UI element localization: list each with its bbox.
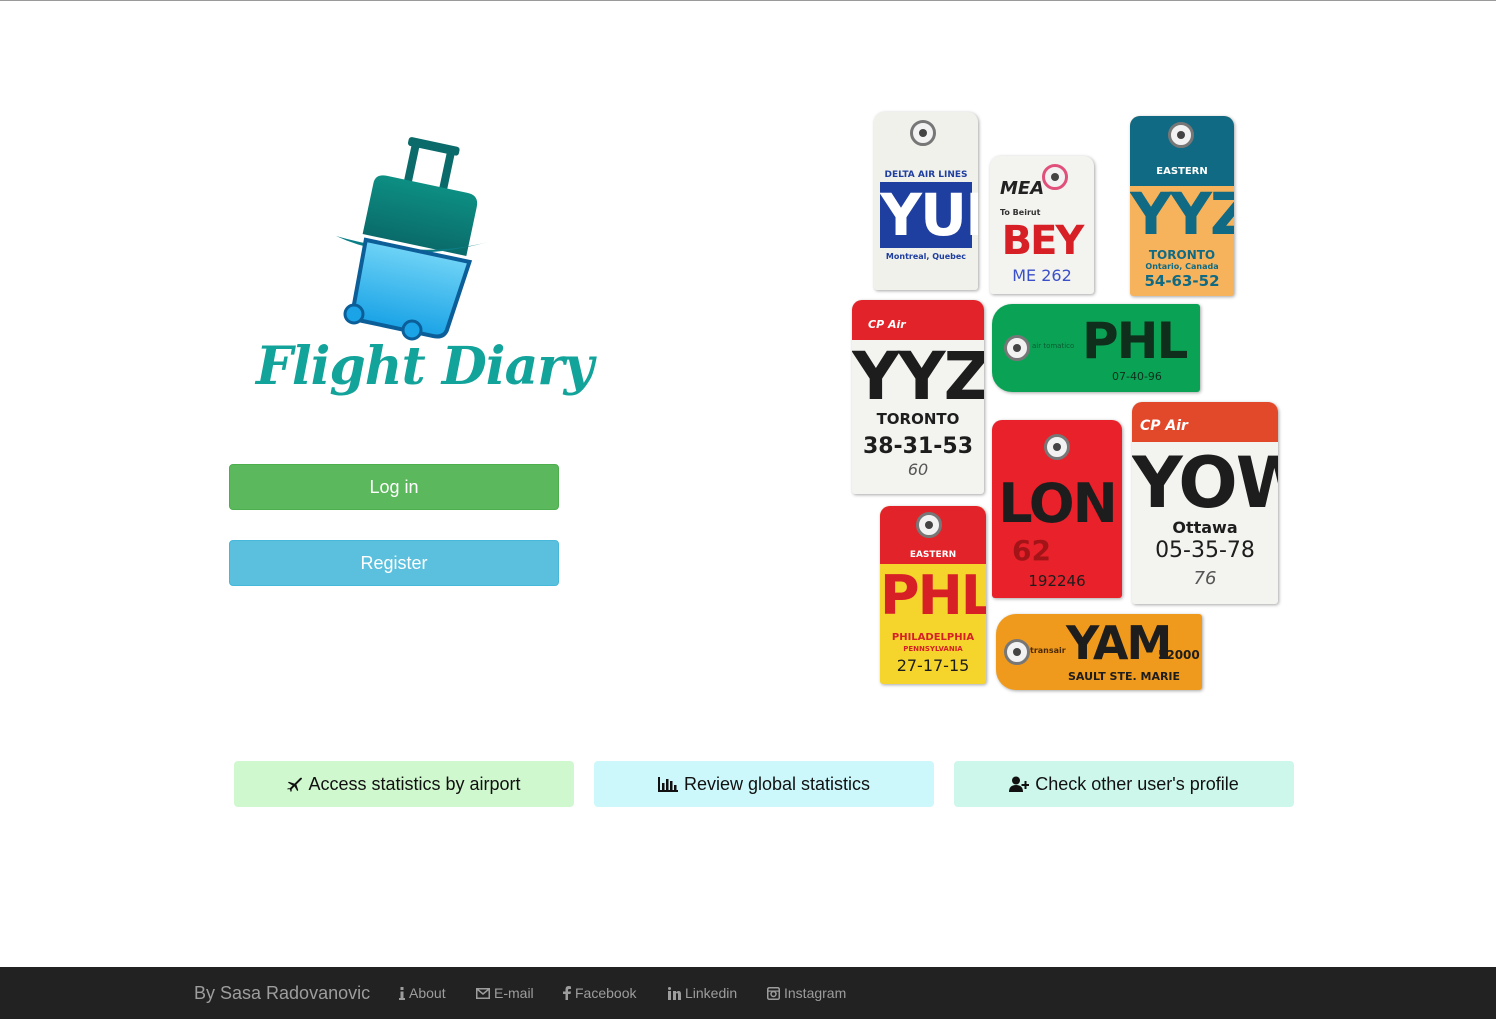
tag-city: TORONTO — [876, 410, 960, 428]
footer-brand[interactable]: By Sasa Radovanovic — [194, 983, 370, 1004]
tag-number: 07-40-96 — [1112, 370, 1162, 383]
footer-link-email[interactable]: E-mail — [476, 985, 534, 1001]
envelope-icon — [476, 987, 490, 999]
user-profile-button[interactable]: Check other user's profile — [954, 761, 1294, 807]
tag-yam: transair YAM SAULT STE. MARIE 52000 — [996, 614, 1202, 690]
footer-link-label: Instagram — [784, 985, 847, 1001]
luggage-tags-image: DELTA AIR LINES YUL Montreal, Quebec MEA… — [846, 108, 1286, 698]
tag-flight: 62 — [1012, 534, 1051, 567]
tag-number: 192246 — [1028, 572, 1086, 590]
tag-lon: LON 62 192246 — [992, 420, 1122, 598]
tag-phl-eastern: EASTERN PHL PHILADELPHIA PENNSYLVANIA 27… — [880, 506, 986, 684]
tag-number: 54-63-52 — [1144, 272, 1220, 290]
footer-link-linkedin[interactable]: Linkedin — [668, 985, 737, 1001]
tag-code: YOW — [1132, 442, 1278, 524]
facebook-icon — [563, 986, 571, 1000]
bar-chart-icon — [657, 776, 678, 792]
airport-statistics-button[interactable]: Access statistics by airport — [234, 761, 574, 807]
tag-airline: EASTERN — [909, 550, 957, 560]
airport-statistics-label: Access statistics by airport — [308, 773, 521, 794]
user-plus-icon — [1009, 776, 1030, 792]
top-border — [0, 0, 1496, 1]
tag-city: SAULT STE. MARIE — [1068, 670, 1181, 683]
tag-number: 27-17-15 — [896, 656, 970, 675]
footer-link-label: Linkedin — [685, 985, 738, 1001]
footer-link-label: About — [409, 985, 446, 1001]
plane-icon — [287, 777, 303, 792]
tag-city: TORONTO — [1148, 248, 1216, 262]
tag-sub: PENNSYLVANIA — [903, 645, 963, 653]
tag-city: PHILADELPHIA — [891, 632, 975, 643]
tag-number: 05-35-78 — [1155, 538, 1255, 563]
footer: By Sasa Radovanovic About E-mail Faceboo… — [0, 967, 1496, 1019]
tag-code: YAM — [1066, 616, 1172, 670]
tag-code: PHL — [880, 564, 986, 627]
footer-link-label: E-mail — [494, 985, 534, 1001]
tag-city: Ottawa — [1172, 518, 1238, 537]
tag-yow: CP Air YOW Ottawa 05-35-78 76 — [1132, 402, 1278, 604]
tag-airline: MEA — [1000, 178, 1045, 199]
tag-yyz-eastern: EASTERN YYZ TORONTO Ontario, Canada 54-6… — [1130, 116, 1234, 296]
instagram-icon — [767, 986, 780, 1000]
tag-airline: CP Air — [868, 318, 906, 331]
info-icon — [399, 986, 405, 1000]
footer-link-label: Facebook — [575, 985, 637, 1001]
user-profile-label: Check other user's profile — [1035, 773, 1239, 794]
footer-link-instagram[interactable]: Instagram — [767, 985, 846, 1001]
footer-link-facebook[interactable]: Facebook — [563, 985, 636, 1001]
global-statistics-label: Review global statistics — [683, 773, 871, 794]
linkedin-icon — [668, 986, 681, 1000]
tag-flight: ME 262 — [1012, 266, 1072, 285]
global-statistics-button[interactable]: Review global statistics — [594, 761, 934, 807]
tag-yyz-cpair: CP Air YYZ TORONTO 38-31-53 60 — [852, 300, 984, 494]
tag-airline: CP Air — [1140, 418, 1188, 434]
suitcase-icon — [336, 137, 488, 341]
tag-airline: DELTA AIR LINES — [884, 170, 968, 180]
tag-code: YYZ — [852, 338, 984, 415]
login-button[interactable]: Log in — [229, 464, 559, 510]
tag-code: BEY — [1001, 218, 1085, 264]
tag-bey: MEA To Beirut BEY ME 262 — [990, 156, 1094, 294]
register-button[interactable]: Register — [229, 540, 559, 586]
tag-airline: air tomatico — [1032, 342, 1075, 350]
tag-code: PHL — [1082, 312, 1188, 370]
tag-city: Montreal, Quebec — [885, 252, 967, 261]
tag-flight: 60 — [907, 460, 929, 479]
tag-code: YUL — [880, 182, 978, 248]
tag-airline: EASTERN — [1156, 166, 1208, 177]
tag-sub: Ontario, Canada — [1145, 262, 1219, 271]
tag-number: 38-31-53 — [862, 434, 974, 459]
tag-code: LON — [998, 472, 1118, 535]
tag-flight: 76 — [1193, 568, 1217, 589]
tag-number: 52000 — [1158, 648, 1200, 662]
tag-city: To Beirut — [1000, 208, 1041, 217]
logo-text: Flight Diary — [256, 336, 594, 397]
tag-airline: transair — [1030, 646, 1066, 655]
tag-yul: DELTA AIR LINES YUL Montreal, Quebec — [874, 112, 978, 290]
tag-phl-green: air tomatico PHL 07-40-96 — [992, 304, 1200, 392]
tag-code: YYZ — [1130, 180, 1234, 248]
footer-link-about[interactable]: About — [399, 985, 446, 1001]
